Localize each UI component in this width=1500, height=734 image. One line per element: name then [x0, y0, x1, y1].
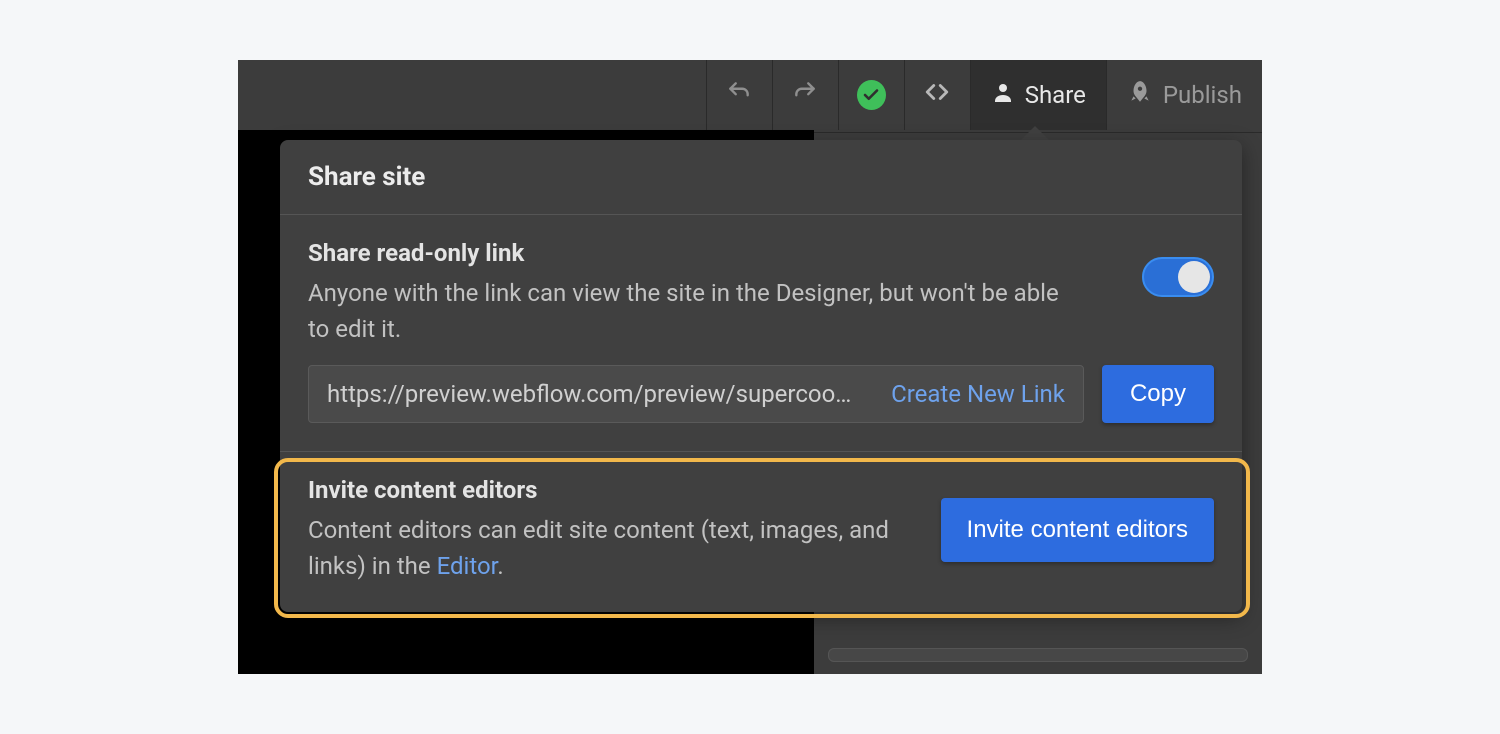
create-new-link[interactable]: Create New Link — [891, 380, 1065, 408]
invite-section: Invite content editors Content editors c… — [280, 452, 1242, 612]
check-icon — [857, 80, 886, 110]
redo-button[interactable] — [772, 60, 838, 130]
invite-desc-pre: Content editors can edit site content (t… — [308, 516, 889, 580]
toggle-knob — [1178, 261, 1210, 293]
right-panel-placeholder — [828, 648, 1248, 662]
publish-button[interactable]: Publish — [1106, 60, 1262, 130]
popover-arrow — [1021, 126, 1049, 140]
invite-heading: Invite content editors — [308, 476, 908, 504]
popover-title: Share site — [308, 162, 1214, 192]
status-button[interactable] — [838, 60, 904, 130]
topbar-spacer — [238, 60, 706, 130]
invite-desc-post: . — [497, 552, 503, 580]
undo-icon — [726, 79, 752, 111]
readonly-heading: Share read-only link — [308, 239, 1068, 267]
share-button[interactable]: Share — [970, 60, 1106, 130]
topbar: Share Publish — [238, 60, 1262, 130]
code-button[interactable] — [904, 60, 970, 130]
undo-button[interactable] — [706, 60, 772, 130]
person-icon — [991, 80, 1015, 110]
publish-label: Publish — [1163, 81, 1242, 109]
readonly-section: Share read-only link Anyone with the lin… — [280, 215, 1242, 452]
invite-description: Content editors can edit site content (t… — [308, 512, 908, 584]
app-window: Share Publish Share site Share read-only… — [238, 60, 1262, 674]
copy-button[interactable]: Copy — [1102, 365, 1214, 423]
redo-icon — [792, 79, 818, 111]
readonly-toggle[interactable] — [1142, 257, 1214, 297]
readonly-url[interactable]: https://preview.webflow.com/preview/supe… — [327, 380, 851, 408]
share-label: Share — [1025, 81, 1086, 109]
popover-header: Share site — [280, 140, 1242, 215]
editor-link[interactable]: Editor — [437, 552, 498, 580]
rocket-icon — [1127, 79, 1153, 111]
share-popover: Share site Share read-only link Anyone w… — [280, 140, 1242, 612]
invite-button[interactable]: Invite content editors — [941, 498, 1214, 562]
readonly-description: Anyone with the link can view the site i… — [308, 275, 1068, 347]
readonly-link-box: https://preview.webflow.com/preview/supe… — [308, 365, 1084, 423]
code-icon — [922, 79, 952, 111]
